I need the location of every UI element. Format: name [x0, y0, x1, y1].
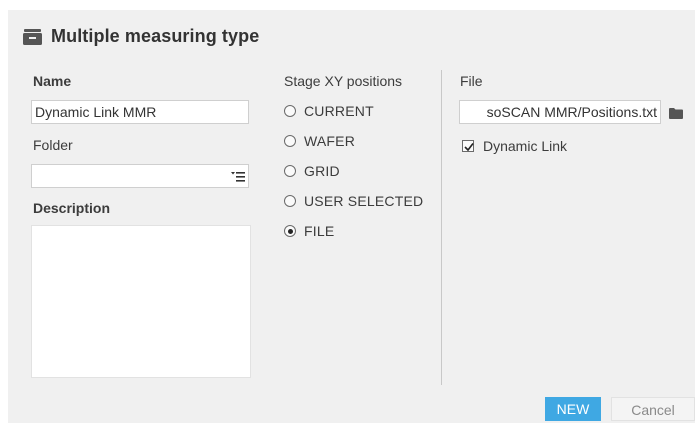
list-menu-icon[interactable] [231, 169, 245, 183]
cancel-button[interactable]: Cancel [611, 397, 695, 421]
radio-wafer[interactable]: WAFER [284, 131, 355, 151]
dialog-title: Multiple measuring type [51, 26, 260, 46]
radio-user-selected[interactable]: USER SELECTED [284, 191, 423, 211]
folder-icon[interactable] [669, 108, 683, 119]
description-label: Description [33, 200, 111, 216]
folder-select[interactable] [31, 164, 249, 188]
radio-circle[interactable] [284, 105, 296, 117]
radio-file[interactable]: FILE [284, 221, 334, 241]
stage-xy-label: Stage XY positions [284, 73, 403, 89]
tray-icon [23, 29, 42, 45]
name-label: Name [33, 73, 72, 89]
checkmark-icon [464, 143, 474, 152]
file-path-input[interactable]: soSCAN MMR/Positions.txt [459, 100, 661, 124]
new-button[interactable]: NEW [545, 397, 601, 421]
folder-label: Folder [33, 137, 73, 153]
radio-label-file: FILE [304, 223, 335, 239]
radio-circle-selected[interactable] [284, 225, 296, 237]
radio-label-current: CURRENT [304, 103, 374, 119]
file-path-value: soSCAN MMR/Positions.txt [486, 104, 657, 120]
dynamic-link-label: Dynamic Link [483, 138, 568, 154]
radio-current[interactable]: CURRENT [284, 101, 374, 121]
radio-grid[interactable]: GRID [284, 161, 340, 181]
radio-label-grid: GRID [304, 163, 340, 179]
multiple-measuring-dialog: Multiple measuring type Name Dynamic Lin… [8, 10, 695, 423]
name-input[interactable]: Dynamic Link MMR [31, 100, 249, 124]
file-label: File [460, 73, 483, 89]
dynamic-link-checkbox-row[interactable]: Dynamic Link [462, 138, 567, 154]
radio-circle[interactable] [284, 165, 296, 177]
dynamic-link-checkbox[interactable] [462, 140, 474, 152]
description-textarea[interactable] [31, 225, 251, 378]
radio-circle[interactable] [284, 135, 296, 147]
radio-label-wafer: WAFER [304, 133, 356, 149]
radio-label-user-selected: USER SELECTED [304, 193, 424, 209]
column-divider [441, 70, 442, 385]
radio-circle[interactable] [284, 195, 296, 207]
